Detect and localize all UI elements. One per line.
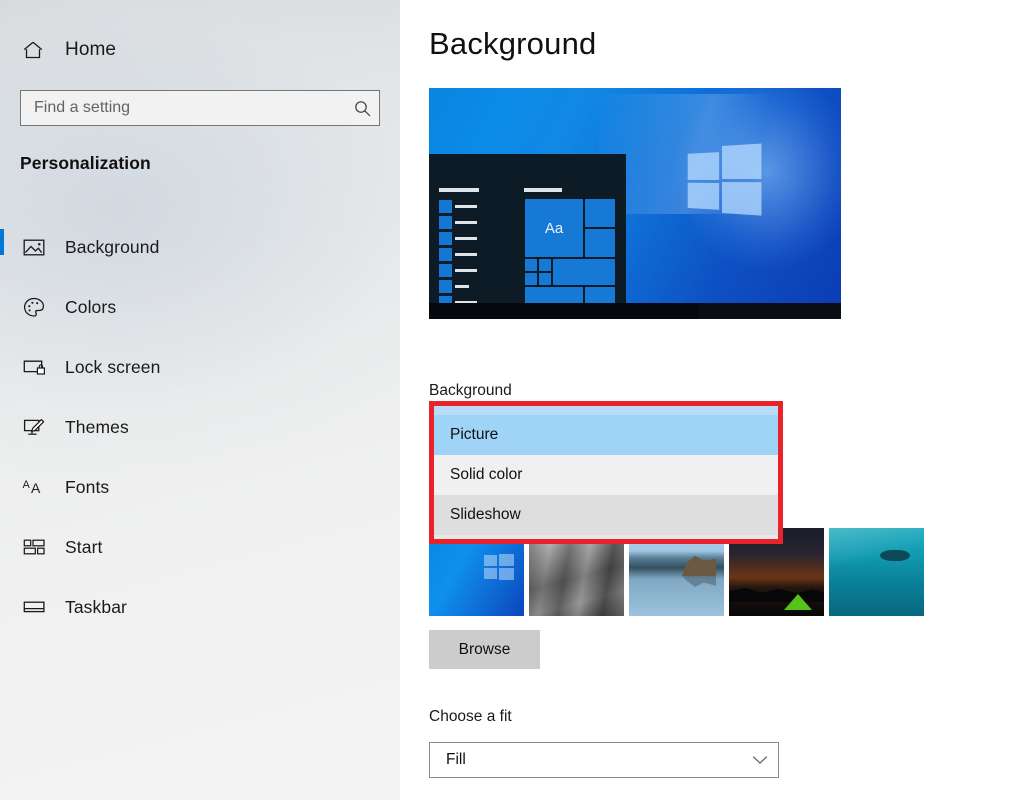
dropdown-option-solid-color[interactable]: Solid color [434,455,778,495]
thumbnail-underwater-teal[interactable] [829,528,924,616]
preview-taskbar [429,303,841,319]
selection-accent-bar [0,229,4,255]
dropdown-top-sliver [434,406,778,415]
sidebar-item-lock-screen[interactable]: Lock screen [0,337,400,397]
sidebar-item-start-label: Start [65,536,103,557]
dropdown-option-picture[interactable]: Picture [434,415,778,455]
start-menu-tile-text: Aa [544,219,564,237]
sidebar-item-taskbar-label: Taskbar [65,596,127,617]
thumbnail-night-camp-tent[interactable] [729,528,824,616]
start-menu-preview: Aa [429,154,626,319]
thumbnail-grayscale-rock-wall[interactable] [529,528,624,616]
page-title: Background [429,26,597,61]
desktop-preview: Aa [429,88,841,319]
themes-brush-icon [19,414,49,440]
background-field-label: Background [429,382,512,399]
sidebar-item-background-label: Background [65,236,160,257]
recent-images-list [429,528,929,616]
search-input[interactable] [21,91,345,125]
settings-window: Home Personalization [0,0,1023,800]
sidebar-item-home-label: Home [65,39,117,60]
dropdown-bottom-sliver [434,535,778,539]
sidebar: Home Personalization [0,0,400,800]
sidebar-item-home[interactable]: Home [0,30,400,70]
picture-icon [19,234,49,260]
start-menu-header-bar [439,188,479,192]
svg-text:A: A [31,480,41,496]
thumbnail-beach-sea-stack[interactable] [629,528,724,616]
taskbar-icon [19,594,49,620]
background-type-dropdown-list[interactable]: Picture Solid color Slideshow [434,406,778,539]
sidebar-item-lock-screen-label: Lock screen [65,356,161,377]
home-icon [19,38,47,62]
choose-a-fit-label: Choose a fit [429,708,512,725]
search-icon[interactable] [345,99,379,118]
chevron-down-icon[interactable] [742,755,778,765]
dropdown-option-slideshow[interactable]: Slideshow [434,495,778,535]
fonts-aa-icon: A A [19,474,49,500]
start-menu-tile-aa: Aa [524,198,584,258]
thumbnail-windows-blue-wallpaper[interactable] [429,528,524,616]
svg-text:A: A [23,479,31,491]
main-content: Background Aa Background Picture Solid c… [400,0,1023,800]
sidebar-item-themes-label: Themes [65,416,129,437]
start-menu-group-header [524,188,562,192]
sidebar-item-start[interactable]: Start [0,517,400,577]
windows-logo-watermark [687,143,762,216]
sidebar-item-fonts-label: Fonts [65,476,110,497]
sidebar-item-themes[interactable]: Themes [0,397,400,457]
sidebar-item-fonts[interactable]: A A Fonts [0,457,400,517]
sidebar-item-colors-label: Colors [65,296,117,317]
start-tiles-icon [19,534,49,560]
dropdown-option-solid-color-label: Solid color [450,466,523,483]
browse-button[interactable]: Browse [429,630,540,669]
lock-screen-icon [19,354,49,380]
choose-a-fit-dropdown[interactable]: Fill [429,742,779,778]
sidebar-item-taskbar[interactable]: Taskbar [0,577,400,637]
choose-a-fit-value: Fill [446,751,466,768]
dropdown-option-slideshow-label: Slideshow [450,506,521,523]
palette-icon [19,294,49,320]
search-box[interactable] [20,90,380,126]
sidebar-item-colors[interactable]: Colors [0,277,400,337]
sidebar-nav-list: Background Colors Lock screen Themes A A… [0,217,400,637]
sidebar-item-background[interactable]: Background [0,217,400,277]
sidebar-section-title: Personalization [20,153,151,173]
dropdown-option-picture-label: Picture [450,426,499,443]
